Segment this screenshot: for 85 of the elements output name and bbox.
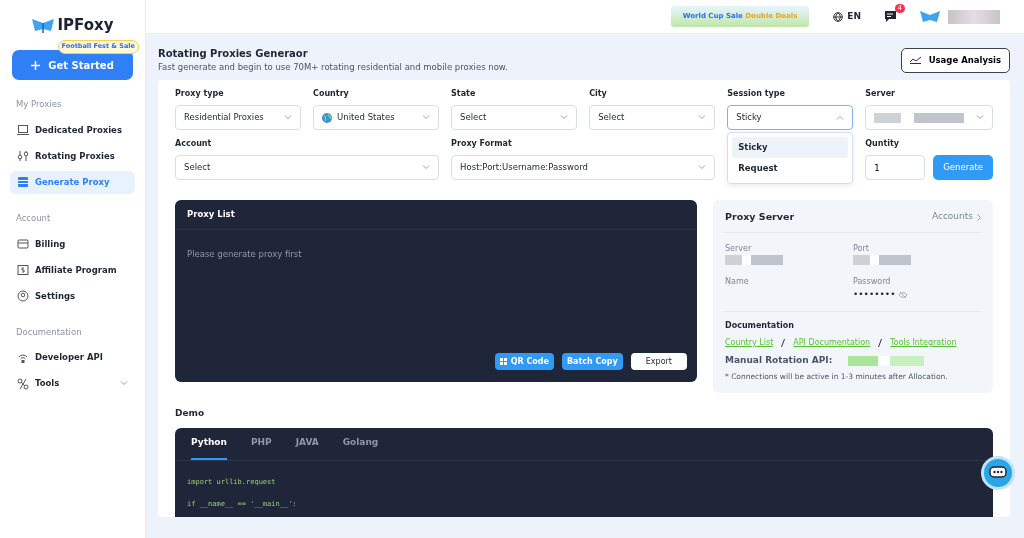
panel-title: Proxy List (175, 200, 697, 230)
page-subtitle: Fast generate and begin to use 70M+ rotating residential and mobile proxies now. (158, 61, 508, 74)
password-value: •••••••• (853, 287, 896, 301)
caret-icon (698, 115, 707, 120)
select-field[interactable] (865, 105, 993, 130)
sidebar-item[interactable]: Rotating Proxies (10, 144, 135, 168)
message-icon (885, 10, 896, 22)
caret-icon (698, 165, 707, 170)
field-label: Country (313, 88, 350, 100)
field-label: Name (725, 275, 750, 288)
select-field[interactable]: Residential Proxies (175, 105, 302, 130)
globe-icon (833, 11, 844, 22)
language-tab[interactable]: Python (191, 428, 227, 460)
plus-icon (31, 60, 41, 70)
field-label: Session type (727, 88, 786, 100)
caret-icon (976, 115, 984, 120)
dropdown-option[interactable]: Request (732, 157, 849, 179)
field-label: Proxy Format (451, 138, 513, 150)
field-label: City (589, 88, 608, 100)
sidebar-item[interactable]: Settings (10, 284, 135, 308)
sidebar-item[interactable]: Dedicated Proxies (10, 118, 135, 142)
rotation-label: Manual Rotation API: (725, 353, 833, 367)
line-chart-icon (909, 56, 921, 64)
quantity-field[interactable]: 1 (865, 155, 926, 180)
dollar-icon (17, 264, 29, 276)
redacted-username (948, 9, 1000, 24)
avatar-icon (920, 9, 940, 24)
language-tab[interactable]: JAVA (295, 428, 319, 460)
sidebar-item[interactable]: Affiliate Program (10, 258, 135, 282)
signal-icon (17, 351, 29, 364)
field-label: State (451, 88, 477, 100)
page-title: Rotating Proxies Generaor (158, 47, 309, 62)
section-title: Demo (175, 406, 206, 420)
user-icon (17, 290, 29, 302)
logo-icon (31, 17, 54, 33)
field-label: Quntity (865, 138, 901, 150)
accounts-link[interactable]: Accounts (931, 210, 981, 224)
laptop-icon (17, 124, 29, 137)
caret-icon (560, 115, 569, 120)
chevron-icon (977, 213, 981, 221)
usage-analysis-button[interactable]: Usage Analysis (900, 47, 1010, 73)
qr-icon (499, 358, 507, 365)
select-field[interactable]: Host:Port:Username:Password (451, 155, 716, 180)
caret-icon (120, 381, 128, 387)
redacted-value (725, 255, 783, 266)
dropdown-option[interactable]: Sticky (732, 137, 849, 158)
slash-icon (878, 338, 883, 347)
field-label: Server (865, 88, 896, 100)
field-label: Port (853, 243, 870, 256)
sidebar-item[interactable]: Tools (10, 372, 135, 396)
sidebar-item[interactable]: Billing (10, 232, 135, 256)
caret-icon (836, 115, 845, 120)
select-field[interactable]: Select (589, 105, 716, 130)
redacted-value (853, 255, 911, 266)
empty-message: Please generate proxy first (186, 247, 303, 261)
sliders-icon (17, 150, 29, 163)
field-label: Password (853, 275, 892, 288)
slash-icon (781, 338, 786, 347)
section-title: Account (16, 211, 52, 225)
caret-icon (422, 115, 431, 120)
chat-icon (989, 466, 1007, 480)
section-title: Documentation (725, 320, 795, 333)
select-field[interactable]: Select (175, 155, 440, 180)
server-icon (17, 176, 29, 189)
export-button[interactable]: Export (630, 353, 687, 370)
select-field[interactable]: United States (313, 105, 440, 130)
select-field[interactable]: Sticky (727, 105, 854, 130)
globe-icon (322, 112, 333, 123)
card-icon (17, 238, 29, 250)
language-tab[interactable]: PHP (250, 428, 272, 460)
sidebar-item[interactable]: Developer API (10, 346, 135, 370)
language-selector[interactable]: EN (847, 9, 861, 24)
logo-text: IPFoxy (57, 14, 114, 36)
language-tab[interactable]: Golang (342, 428, 379, 460)
field-label: Proxy type (175, 88, 225, 100)
section-title: Documentation (16, 325, 83, 339)
select-field[interactable]: Select (451, 105, 578, 130)
caret-icon (284, 115, 293, 120)
eye-hidden-icon (899, 291, 908, 298)
field-label: Account (175, 138, 213, 150)
section-title: My Proxies (16, 98, 63, 111)
get-started-button[interactable]: Get Started (12, 50, 133, 80)
caret-icon (422, 165, 431, 170)
card-title: Proxy Server (725, 210, 795, 224)
field-label: Server (725, 243, 753, 256)
